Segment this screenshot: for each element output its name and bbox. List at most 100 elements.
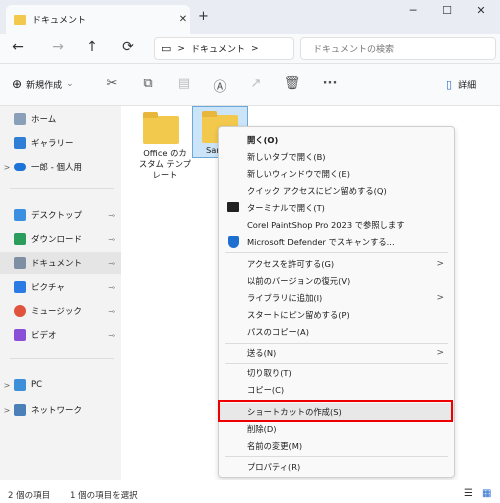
minimize-button[interactable]: ─ xyxy=(398,4,428,17)
desktop-icon xyxy=(14,209,26,221)
menu-item-cut[interactable]: 切り取り(T) xyxy=(219,364,454,381)
chevron-right-icon: > xyxy=(436,258,444,269)
close-window-button[interactable]: ✕ xyxy=(466,4,496,17)
menu-item-copy[interactable]: コピー(C) xyxy=(219,381,454,398)
divider xyxy=(10,188,114,189)
home-icon xyxy=(14,113,26,125)
menu-item-delete[interactable]: 削除(D) xyxy=(219,420,454,437)
highlight-box xyxy=(218,400,453,422)
more-options-button[interactable]: ··· xyxy=(320,76,340,94)
sidebar-item-music[interactable]: ミュージック ⊸ xyxy=(0,300,121,322)
menu-item-open[interactable]: 開く(O) xyxy=(219,131,454,148)
address-bar[interactable]: ▭ > ドキュメント > xyxy=(154,37,294,60)
maximize-button[interactable]: ☐ xyxy=(432,4,462,17)
folder-icon xyxy=(143,112,179,144)
menu-item-rename[interactable]: 名前の変更(M) xyxy=(219,437,454,454)
chevron-right-icon: > xyxy=(436,292,444,303)
menu-item-properties[interactable]: プロパティ(R) xyxy=(219,458,454,475)
menu-separator xyxy=(225,456,448,457)
menu-item-give-access[interactable]: アクセスを許可する(G) > xyxy=(219,255,454,272)
menu-item-open-new-tab[interactable]: 新しいタブで開く(B) xyxy=(219,148,454,165)
pin-icon: ⊸ xyxy=(108,306,115,316)
sidebar-item-home[interactable]: ホーム xyxy=(0,108,121,130)
menu-item-defender[interactable]: Microsoft Defender でスキャンする... xyxy=(219,233,454,250)
command-bar: ⊕ 新規作成 ⌄ ✂ ⧉ ▤ Ⓐ ↗ 🗑 ··· ▯ 詳細 xyxy=(0,64,500,106)
pin-icon: ⊸ xyxy=(108,210,115,220)
navigation-bar: ← → ↑ ⟳ ▭ > ドキュメント > ドキュメントの検索 xyxy=(0,34,500,64)
add-icon: ⊕ xyxy=(12,77,23,91)
menu-item-open-terminal[interactable]: ターミナルで開く(T) xyxy=(219,199,454,216)
pin-icon: ⊸ xyxy=(108,258,115,268)
sidebar-item-videos[interactable]: ビデオ ⊸ xyxy=(0,324,121,346)
new-tab-button[interactable]: + xyxy=(198,9,209,24)
folder-icon xyxy=(14,14,26,25)
tab-documents[interactable]: ドキュメント ✕ xyxy=(6,5,190,34)
download-icon xyxy=(14,233,26,245)
new-label: 新規作成 xyxy=(26,80,63,91)
tab-title: ドキュメント xyxy=(32,16,87,26)
pin-icon: ⊸ xyxy=(108,330,115,340)
context-menu: 開く(O) 新しいタブで開く(B) 新しいウィンドウで開く(E) クイック アク… xyxy=(218,126,455,478)
navigation-pane: ホーム ギャラリー > 一郎 - 個人用 デスクトップ ⊸ ダウンロード ⊸ ドキュ… xyxy=(0,106,121,480)
folder-item-office-templates[interactable]: Office のカ スタム テンプ レート xyxy=(130,108,200,188)
menu-item-pin-start[interactable]: スタートにピン留めする(P) xyxy=(219,306,454,323)
details-button[interactable]: ▯ 詳細 xyxy=(446,78,476,91)
chevron-right-icon: > xyxy=(436,347,444,358)
sidebar-item-onedrive[interactable]: > 一郎 - 個人用 xyxy=(0,156,121,178)
pc-icon xyxy=(14,379,26,391)
monitor-icon: ▭ xyxy=(161,42,172,55)
tab-close-icon[interactable]: ✕ xyxy=(176,14,190,25)
pin-icon: ⊸ xyxy=(108,234,115,244)
details-pane-icon: ▯ xyxy=(446,78,453,91)
menu-item-add-library[interactable]: ライブラリに追加(I) > xyxy=(219,289,454,306)
delete-icon[interactable]: 🗑 xyxy=(282,76,302,94)
pictures-icon xyxy=(14,281,26,293)
copy-icon[interactable]: ⧉ xyxy=(138,76,158,94)
status-bar: 2 個の項目 1 個の項目を選択 ☰ ▦ xyxy=(0,480,500,503)
sidebar-item-network[interactable]: > ネットワーク xyxy=(0,399,121,421)
tiles-view-icon[interactable]: ▦ xyxy=(482,488,491,499)
search-input[interactable]: ドキュメントの検索 xyxy=(313,42,394,55)
sidebar-item-downloads[interactable]: ダウンロード ⊸ xyxy=(0,228,121,250)
breadcrumb-documents[interactable]: ドキュメント xyxy=(191,42,245,55)
sidebar-item-gallery[interactable]: ギャラリー xyxy=(0,132,121,154)
search-box[interactable]: ドキュメントの検索 xyxy=(300,37,496,60)
document-icon xyxy=(14,257,26,269)
cut-icon[interactable]: ✂ xyxy=(102,76,122,94)
video-icon xyxy=(14,329,26,341)
forward-button[interactable]: → xyxy=(48,39,68,55)
sidebar-item-desktop[interactable]: デスクトップ ⊸ xyxy=(0,204,121,226)
terminal-icon xyxy=(227,202,239,212)
new-button[interactable]: ⊕ 新規作成 ⌄ xyxy=(12,77,74,91)
sidebar-item-documents[interactable]: ドキュメント ⊸ xyxy=(0,252,121,274)
menu-item-send-to[interactable]: 送る(N) > xyxy=(219,344,454,361)
music-icon xyxy=(14,305,26,317)
menu-item-restore-previous[interactable]: 以前のバージョンの復元(V) xyxy=(219,272,454,289)
menu-item-open-new-window[interactable]: 新しいウィンドウで開く(E) xyxy=(219,165,454,182)
menu-item-corel[interactable]: Corel PaintShop Pro 2023 で参照します xyxy=(219,216,454,233)
refresh-button[interactable]: ⟳ xyxy=(118,39,138,55)
divider xyxy=(10,358,114,359)
folder-label: Office のカ スタム テンプ レート xyxy=(138,148,192,180)
item-count: 2 個の項目 xyxy=(8,491,51,501)
gallery-icon xyxy=(14,137,26,149)
paste-icon[interactable]: ▤ xyxy=(174,76,194,94)
share-icon[interactable]: ↗ xyxy=(246,76,266,94)
chevron-down-icon: ⌄ xyxy=(66,79,74,89)
up-button[interactable]: ↑ xyxy=(82,39,102,55)
menu-item-copy-path[interactable]: パスのコピー(A) xyxy=(219,323,454,340)
breadcrumb-chevron[interactable]: > xyxy=(177,44,185,54)
pin-icon: ⊸ xyxy=(108,282,115,292)
selected-count: 1 個の項目を選択 xyxy=(70,491,138,501)
cloud-icon xyxy=(14,163,26,171)
shield-icon xyxy=(228,236,239,248)
title-bar: ドキュメント ✕ + ─ ☐ ✕ xyxy=(0,0,500,34)
sidebar-item-pc[interactable]: > PC xyxy=(0,374,121,396)
menu-separator xyxy=(225,252,448,253)
sidebar-item-pictures[interactable]: ピクチャ ⊸ xyxy=(0,276,121,298)
back-button[interactable]: ← xyxy=(8,39,28,55)
rename-icon[interactable]: Ⓐ xyxy=(210,76,230,95)
menu-item-pin-quick-access[interactable]: クイック アクセスにピン留めする(Q) xyxy=(219,182,454,199)
details-view-icon[interactable]: ☰ xyxy=(464,488,473,499)
breadcrumb-chevron[interactable]: > xyxy=(251,44,259,54)
